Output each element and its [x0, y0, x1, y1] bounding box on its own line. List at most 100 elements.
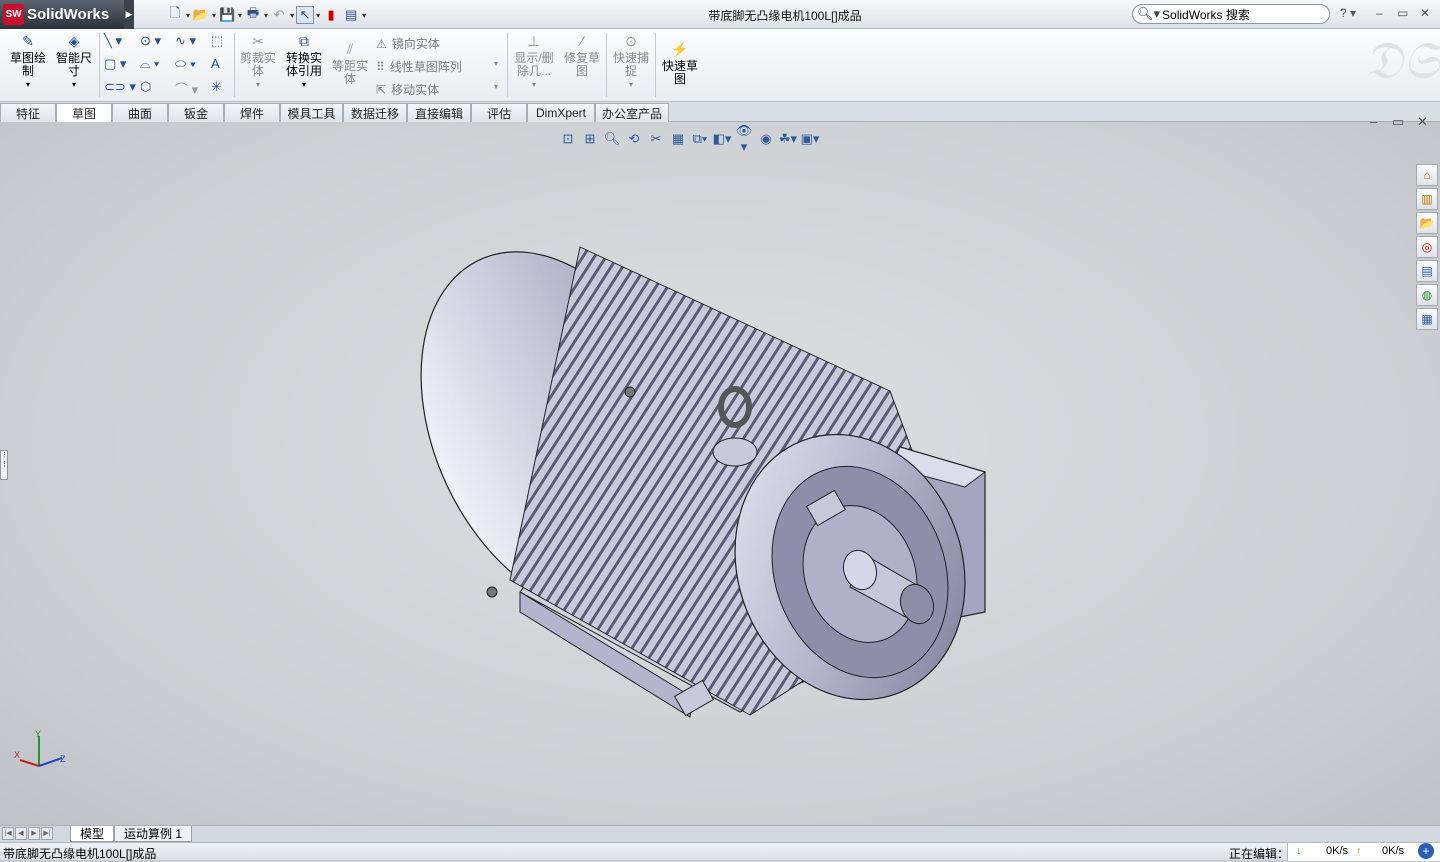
tab-data-migration[interactable]: 数据迁移 [343, 103, 407, 122]
tab-evaluate[interactable]: 评估 [471, 103, 527, 122]
linear-pattern-icon: ⠿ [376, 59, 385, 74]
snap-icon: ⊙ [625, 33, 637, 49]
heads-up-view-toolbar: ⊡ ⊞ 🔍︎ ⟲ ✂ ▦ ⧉▾ ◧▾ 👁▾ ◉ ☘▾ ▣▾ [558, 123, 820, 154]
tab-weldments[interactable]: 焊件 [224, 103, 280, 122]
quick-snaps-button[interactable]: ⊙ 快速捕 捉 ▾ [610, 33, 652, 91]
mirror-entities-button[interactable]: ⚠ 镜向实体 [376, 35, 440, 52]
fillet-icon[interactable]: ⌒ ▾ [175, 79, 198, 98]
help-icon[interactable]: ? ▾ [1340, 6, 1356, 20]
show-delete-label: 显示/删 除几... [514, 51, 554, 78]
arc-icon[interactable]: ⌓ ▾ [140, 56, 159, 72]
rapid-sketch-icon: ⚡ [671, 41, 689, 57]
prev-tab-icon[interactable]: ◀ [15, 827, 27, 840]
display-delete-relations-button[interactable]: ⊥ 显示/删 除几... ▾ [512, 34, 556, 91]
view-orientation-icon[interactable]: ⧉▾ [690, 131, 710, 147]
custom-properties-icon[interactable]: ▦ [1416, 308, 1438, 330]
separator [655, 33, 656, 97]
move-icon: ⇱ [376, 82, 387, 97]
smart-dimension-button[interactable]: ◈ 智能尺 寸 ▾ [53, 34, 95, 91]
trim-icon: ✂ [252, 33, 264, 49]
hide-show-items-icon[interactable]: 👁▾ [734, 123, 754, 155]
sketch-button[interactable]: ✎ 草图绘 制 ▾ [8, 34, 48, 91]
construction-geometry-icon[interactable]: ⬚ [211, 33, 223, 49]
zoom-to-area-icon[interactable]: ⊞ [580, 131, 600, 147]
tab-office-products[interactable]: 办公室产品 [595, 103, 669, 122]
graphics-area[interactable]: – ▭ ✕ ⊡ ⊞ 🔍︎ ⟲ ✂ ▦ ⧉▾ ◧▾ 👁▾ ◉ ☘▾ ▣▾ ⌂ ▥ … [0, 114, 1440, 825]
viewport-minimize-icon[interactable]: – [1370, 114, 1377, 129]
mirror-label: 镜向实体 [391, 37, 440, 51]
view-palette-icon[interactable]: ▤ [1416, 260, 1438, 282]
first-tab-icon[interactable]: |◀ [2, 827, 14, 840]
rapid-sketch-button[interactable]: ⚡ 快速草 图 [659, 41, 701, 86]
circle-icon[interactable]: ⊙ ▾ [140, 33, 161, 49]
spline-icon[interactable]: ∿ ▾ [175, 33, 196, 49]
status-bar: 带底脚无凸缘电机100L[]成品 正在编辑： ↓ 0K/s ↑ 0K/s + [0, 842, 1440, 861]
mirror-icon: ⚠ [376, 36, 387, 51]
file-explorer-icon[interactable]: 📂 [1416, 212, 1438, 234]
status-editing: 正在编辑： [1229, 847, 1290, 861]
text-icon[interactable]: A [211, 56, 220, 71]
next-tab-icon[interactable]: ▶ [28, 827, 40, 840]
restore-icon[interactable]: ▭ [1397, 6, 1408, 20]
tab-mold-tools[interactable]: 模具工具 [280, 103, 343, 122]
tab-surfaces[interactable]: 曲面 [112, 103, 168, 122]
convert-label: 转换实 体引用 [285, 51, 322, 78]
move-entities-button[interactable]: ⇱ 移动实体 [376, 81, 439, 98]
dynamic-annotation-icon[interactable]: ▦ [668, 131, 688, 147]
point-icon[interactable]: ✳ [211, 79, 222, 95]
tab-dimxpert[interactable]: DimXpert [527, 103, 595, 122]
search-results-icon[interactable]: ◎ [1416, 236, 1438, 258]
chevron-down-icon[interactable]: ▾ [494, 82, 498, 91]
display-style-icon[interactable]: ◧▾ [712, 131, 732, 147]
close-icon[interactable]: ✕ [1420, 6, 1430, 20]
tab-sketch[interactable]: 草图 [56, 103, 112, 123]
minimize-icon[interactable]: – [1376, 6, 1383, 20]
ds-watermark-logo: 𝔇𝔖 [1364, 31, 1440, 91]
feature-manager-flyout-handle[interactable]: ⋮ ⋮ [0, 450, 8, 480]
repair-sketch-button[interactable]: ⁄ 修复草 图 [561, 33, 603, 78]
tab-model[interactable]: 模型 [70, 826, 114, 842]
quick-snap-label: 快速捕 捉 [612, 51, 649, 78]
command-manager: ✎ 草图绘 制 ▾ ◈ 智能尺 寸 ▾ ╲ ▾ ⊙ ▾ ∿ ▾ ⬚ ▢ ▾ ⌓ ▾ ⬭ … [0, 29, 1440, 102]
offset-label: 等距实 体 [331, 59, 368, 86]
section-view-icon[interactable]: ✂ [646, 131, 666, 147]
line-icon[interactable]: ╲ ▾ [104, 33, 122, 49]
repair-icon: ⁄ [580, 33, 584, 49]
bottom-tab-bar: |◀ ◀ ▶ ▶| 模型 运动算例 1 [0, 825, 1440, 842]
axis-label-z: Z [60, 754, 66, 764]
chevron-down-icon[interactable]: ▾ [494, 59, 498, 68]
tab-features[interactable]: 特征 [0, 103, 56, 122]
appearances-icon[interactable]: ◍ [1416, 284, 1438, 306]
viewport-restore-icon[interactable]: ▭ [1392, 114, 1404, 130]
solidworks-resources-icon[interactable]: ⌂ [1416, 164, 1438, 186]
ellipse-icon[interactable]: ⬭ ▾ [175, 56, 196, 72]
trim-label: 剪裁实 体 [239, 51, 276, 78]
upload-arrow-icon: ↑ [1356, 845, 1362, 857]
add-circle-icon[interactable]: + [1418, 843, 1434, 859]
polygon-icon[interactable]: ⬡ [140, 79, 151, 95]
tab-motion-study-1[interactable]: 运动算例 1 [114, 826, 192, 842]
linear-pattern-button[interactable]: ⠿ 线性草图阵列 [376, 58, 462, 75]
rectangle-icon[interactable]: ▢ ▾ [104, 56, 126, 72]
task-pane-tabs: ⌂ ▥ 📂 ◎ ▤ ◍ ▦ [1416, 164, 1440, 332]
edit-appearance-icon[interactable]: ◉ [756, 131, 776, 147]
axis-label-x: X [14, 750, 20, 760]
zoom-to-fit-icon[interactable]: ⊡ [558, 131, 578, 147]
download-speed: 0K/s [1326, 845, 1349, 857]
tab-sheet-metal[interactable]: 钣金 [168, 103, 224, 122]
last-tab-icon[interactable]: ▶| [41, 827, 53, 840]
scene-icon[interactable]: ☘▾ [778, 131, 798, 147]
design-library-icon[interactable]: ▥ [1416, 188, 1438, 210]
trim-entities-button[interactable]: ✂ 剪裁实 体 ▾ [238, 33, 278, 91]
offset-entities-button[interactable]: ⫽ 等距实 体 [330, 42, 370, 86]
motor-model[interactable] [420, 222, 1000, 732]
viewport-close-icon[interactable]: ✕ [1417, 114, 1428, 130]
zoom-icon[interactable]: 🔍︎ [602, 131, 622, 147]
slot-icon[interactable]: ⊂⊃ ▾ [104, 79, 136, 95]
tab-direct-editing[interactable]: 直接编辑 [407, 103, 471, 122]
title-bar: SW SolidWorks ▶ 🗋 ▾ 📂 ▾ 💾 ▾ 🖶 ▾ ↶ ▾ ↖ ▾ ▮ ▤ ▾ 带底… [0, 0, 1440, 29]
convert-entities-button[interactable]: ⧉ 转换实 体引用 ▾ [283, 34, 325, 91]
solidworks-search-input[interactable]: 🔍︎▾ SolidWorks 搜索 [1132, 4, 1330, 24]
previous-view-icon[interactable]: ⟲ [624, 131, 644, 147]
view-settings-icon[interactable]: ▣▾ [800, 131, 820, 147]
